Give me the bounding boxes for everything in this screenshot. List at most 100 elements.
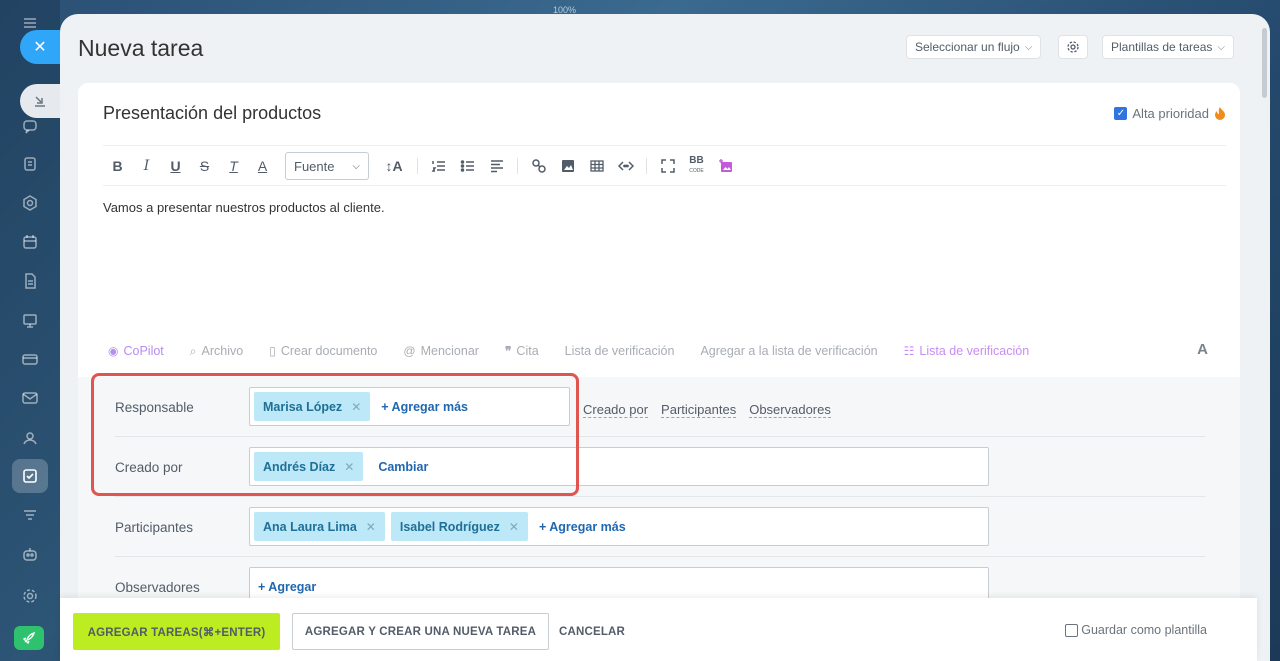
hexagon-icon[interactable]	[19, 192, 41, 214]
new-checklist-button[interactable]: ☷ Lista de verificación	[904, 344, 1030, 358]
chat-icon[interactable]	[19, 115, 41, 137]
chevron-down-icon: ⌵	[1217, 41, 1225, 53]
italic-button[interactable]: I	[132, 158, 161, 174]
cancel-button[interactable]: CANCELAR	[557, 613, 627, 650]
add-to-checklist-button[interactable]: Agregar a la lista de verificación	[700, 344, 877, 358]
add-tasks-button[interactable]: AGREGAR TAREAS(⌘+ENTER)	[73, 613, 280, 650]
participants-field[interactable]: Ana Laura Lima ✕ Isabel Rodríguez ✕ + Ag…	[249, 507, 989, 546]
text-color-button[interactable]: A	[248, 158, 277, 174]
numbered-list-icon[interactable]	[424, 158, 453, 174]
tasks-icon[interactable]	[19, 465, 41, 487]
task-description[interactable]: Vamos a presentar nuestros productos al …	[103, 200, 385, 215]
clear-format-button[interactable]: T	[219, 158, 248, 174]
image-icon[interactable]	[553, 158, 582, 174]
card-icon[interactable]	[19, 348, 41, 370]
footer-actions: AGREGAR TAREAS(⌘+ENTER) AGREGAR Y CREAR …	[60, 598, 1257, 661]
document-icon[interactable]	[19, 270, 41, 292]
file-button[interactable]: ⌕ Archivo	[190, 344, 243, 359]
align-icon[interactable]	[482, 158, 511, 174]
divider	[103, 185, 1226, 186]
gear-icon	[1067, 41, 1079, 53]
role-links: Creado por Participantes Observadores	[583, 402, 831, 418]
bbcode-button[interactable]: BB CODE	[682, 156, 711, 176]
priority-checkbox[interactable]: ✓	[1114, 107, 1128, 120]
role-link-created-by[interactable]: Creado por	[583, 402, 649, 418]
close-icon: ✕	[33, 39, 47, 56]
toolbar-separator	[646, 158, 647, 174]
checklist-icon: ☷	[903, 344, 915, 358]
font-select[interactable]: Fuente ⌵	[285, 152, 369, 180]
remove-icon[interactable]: ✕	[509, 520, 519, 534]
ai-image-icon[interactable]	[711, 158, 740, 174]
robot-icon[interactable]	[19, 543, 41, 565]
flow-select-label: Seleccionar un flujo	[915, 40, 1020, 54]
scrollbar[interactable]	[1262, 28, 1267, 98]
mention-button[interactable]: @ Mencionar	[403, 344, 479, 358]
add-observers-link[interactable]: + Agregar	[258, 580, 316, 594]
checklist-button[interactable]: Lista de verificación	[565, 344, 675, 358]
checklist-label: Lista de verificación	[564, 344, 675, 358]
new-checklist-label: Lista de verificación	[919, 344, 1030, 358]
users-icon[interactable]	[19, 427, 41, 449]
create-document-label: Crear documento	[280, 344, 378, 358]
fullscreen-icon[interactable]	[653, 158, 682, 174]
templates-select-label: Plantillas de tareas	[1111, 40, 1213, 54]
save-template-checkbox[interactable]	[1065, 623, 1079, 637]
save-template-label: Guardar como plantilla	[1081, 623, 1207, 637]
save-as-template[interactable]: Guardar como plantilla	[1065, 623, 1207, 637]
rocket-icon[interactable]	[14, 626, 44, 650]
board-icon[interactable]	[19, 310, 41, 332]
role-link-participants[interactable]: Participantes	[661, 402, 737, 418]
underline-button[interactable]: U	[161, 158, 190, 174]
remove-icon[interactable]: ✕	[366, 520, 376, 534]
toolbar-separator	[517, 158, 518, 174]
participant-chip[interactable]: Ana Laura Lima ✕	[254, 512, 385, 541]
link-icon[interactable]	[524, 158, 553, 174]
filter-icon[interactable]	[19, 505, 41, 527]
font-size-button[interactable]: ↕A	[377, 158, 411, 174]
minimize-button[interactable]	[20, 84, 60, 118]
font-select-label: Fuente	[294, 158, 335, 174]
add-and-create-new-button[interactable]: AGREGAR Y CREAR UNA NUEVA TAREA	[292, 613, 549, 650]
role-link-observers[interactable]: Observadores	[749, 402, 831, 418]
quote-button[interactable]: ❞ Cita	[505, 344, 539, 358]
document-icon: ▯	[269, 344, 276, 358]
paperclip-icon: ⌕	[189, 343, 197, 358]
fire-icon	[1215, 107, 1225, 120]
task-card: Presentación del productos ✓ Alta priori…	[78, 83, 1240, 623]
file-label: Archivo	[201, 344, 244, 358]
create-document-button[interactable]: ▯ Crear documento	[269, 344, 377, 358]
flow-select[interactable]: Seleccionar un flujo ⌵	[906, 35, 1042, 59]
close-button[interactable]: ✕	[20, 30, 60, 64]
high-priority-label: Alta prioridad	[1132, 106, 1209, 121]
add-more-participants-link[interactable]: + Agregar más	[539, 520, 626, 534]
participant-name: Isabel Rodríguez	[399, 519, 500, 534]
quote-label: Cita	[516, 344, 539, 358]
table-icon[interactable]	[582, 158, 611, 174]
quote-icon: ❞	[504, 344, 512, 358]
editor-toolbar: B I U S T A Fuente ⌵ ↕A BB CODE	[103, 151, 740, 181]
copilot-button[interactable]: ◉ CoPilot	[108, 344, 164, 358]
strikethrough-button[interactable]: S	[190, 158, 219, 174]
copilot-icon: ◉	[108, 344, 119, 358]
font-toggle-button[interactable]: A	[1197, 341, 1208, 358]
mention-label: Mencionar	[420, 344, 479, 358]
settings-button[interactable]	[1058, 35, 1088, 59]
add-to-checklist-label: Agregar a la lista de verificación	[700, 344, 878, 358]
bullet-list-icon[interactable]	[453, 158, 482, 174]
observers-label: Observadores	[115, 580, 200, 595]
bold-button[interactable]: B	[103, 158, 132, 174]
mail-icon[interactable]	[19, 387, 41, 409]
participant-name: Ana Laura Lima	[263, 519, 357, 534]
settings-icon[interactable]	[19, 585, 41, 607]
feed-icon[interactable]	[19, 153, 41, 175]
participant-chip[interactable]: Isabel Rodríguez ✕	[390, 512, 528, 541]
calendar-icon[interactable]	[19, 231, 41, 253]
high-priority-toggle[interactable]: ✓ Alta prioridad	[1114, 106, 1226, 121]
minimize-icon	[35, 96, 45, 107]
code-icon[interactable]	[611, 158, 640, 174]
row-separator	[115, 556, 1205, 557]
templates-select[interactable]: Plantillas de tareas ⌵	[1102, 35, 1234, 59]
row-separator	[115, 496, 1205, 497]
task-title-input[interactable]: Presentación del productos	[103, 103, 321, 124]
